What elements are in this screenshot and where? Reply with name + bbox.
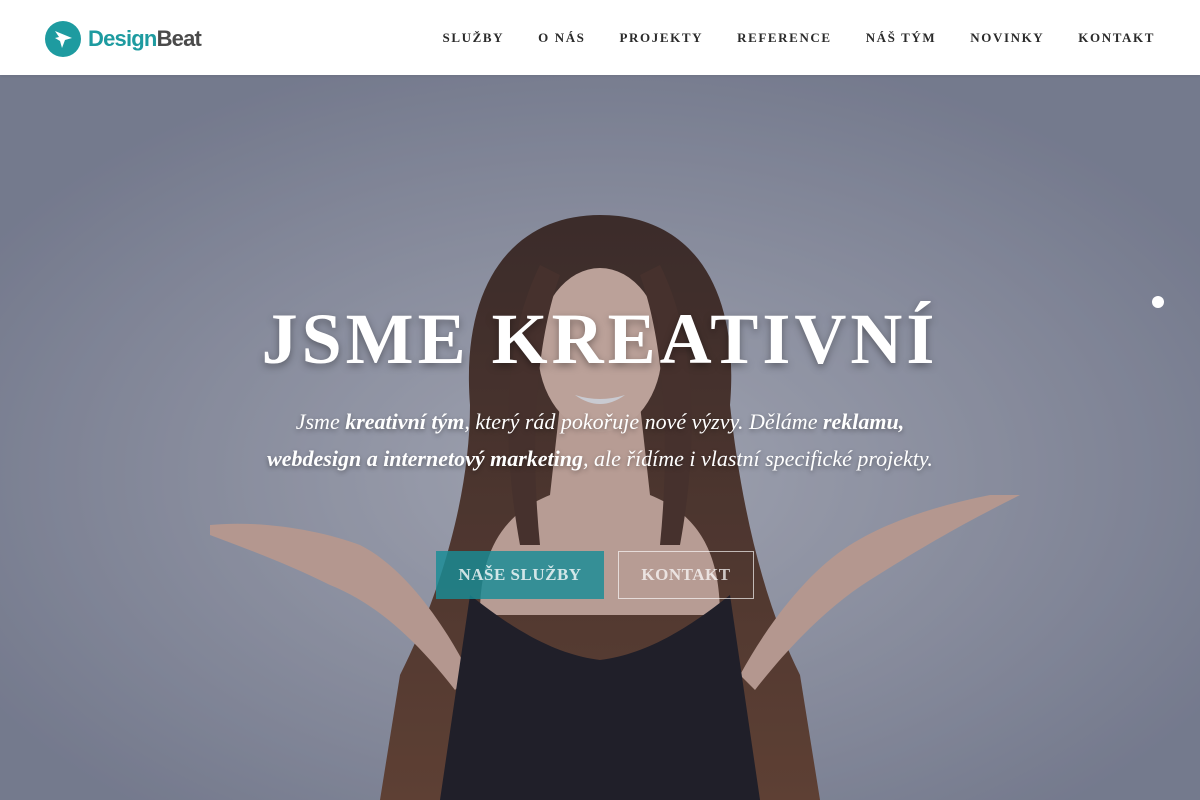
hero-title: JSME KREATIVNÍ: [261, 299, 939, 379]
nav-link-novinky[interactable]: NOVINKY: [970, 30, 1044, 46]
nav-link-nas-tym[interactable]: NÁŠ TÝM: [866, 30, 937, 46]
nav-link-o-nas[interactable]: O NÁS: [538, 30, 585, 46]
slider-dot[interactable]: [1152, 296, 1164, 308]
hero-lead-text-1: Jsme: [295, 409, 346, 434]
logo-text-beat: Beat: [156, 25, 202, 51]
our-services-button[interactable]: NAŠE SLUŽBY: [436, 551, 604, 599]
hero-lead-bold-1: kreativní tým: [345, 409, 465, 434]
logo-text: DesignBeat: [88, 25, 202, 51]
nav-link-projekty[interactable]: PROJEKTY: [620, 30, 704, 46]
nav-link-sluzby[interactable]: SLUŽBY: [443, 30, 505, 46]
nav-link-reference[interactable]: REFERENCE: [737, 30, 832, 46]
hero-section: JSME KREATIVNÍ Jsme kreativní tým, který…: [0, 75, 1200, 800]
nav-link-kontakt[interactable]: KONTAKT: [1078, 30, 1155, 46]
logo-bird-icon: [45, 20, 81, 57]
main-nav: SLUŽBY O NÁS PROJEKTY REFERENCE NÁŠ TÝM …: [409, 0, 1155, 75]
logo-text-design: Design: [88, 25, 157, 51]
site-header: DesignBeat SLUŽBY O NÁS PROJEKTY REFEREN…: [0, 0, 1200, 75]
hero-lead-text-2: , který rád pokořuje nové výzvy. Děláme: [464, 409, 823, 434]
hero-lead: Jsme kreativní tým, který rád pokořuje n…: [250, 403, 950, 477]
hero-lead-text-3: , ale řídíme i vlastní specifické projek…: [583, 446, 933, 471]
logo[interactable]: DesignBeat: [45, 20, 202, 57]
contact-button[interactable]: KONTAKT: [618, 551, 754, 599]
hero-content: JSME KREATIVNÍ Jsme kreativní tým, který…: [0, 75, 1200, 800]
